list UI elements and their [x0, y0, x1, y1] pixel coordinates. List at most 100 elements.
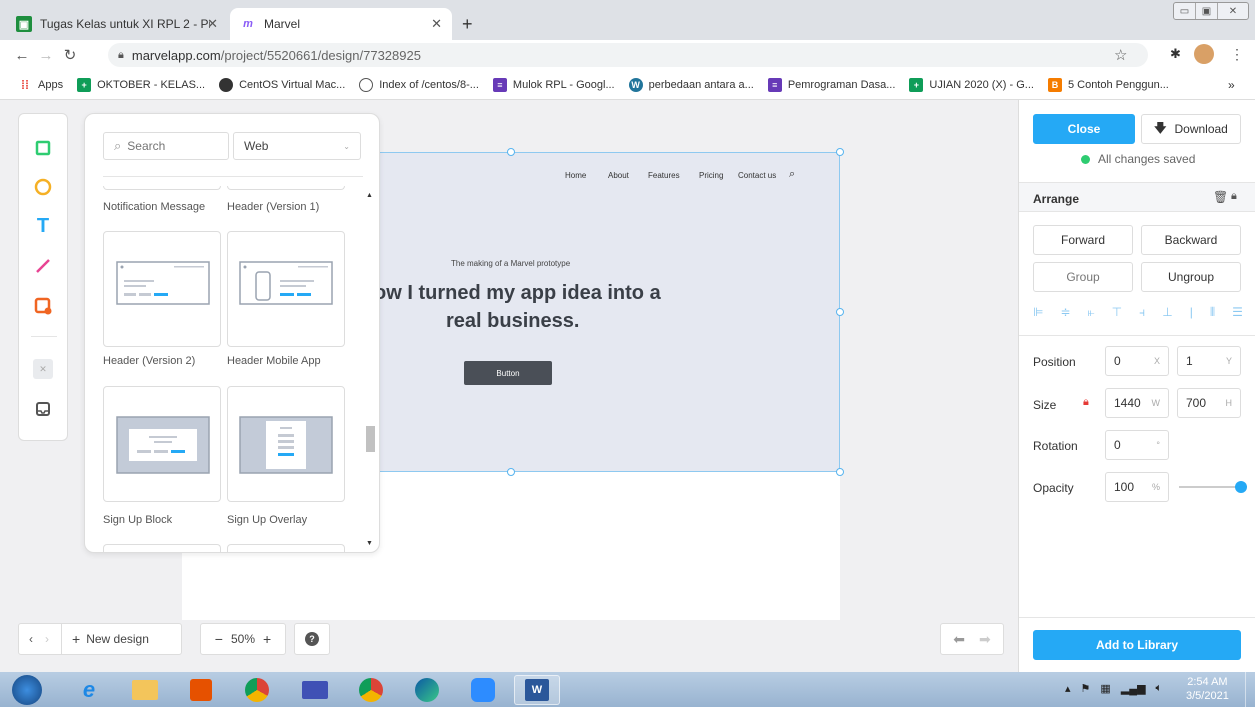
- align-middle-icon[interactable]: ⫞: [1139, 305, 1145, 320]
- close-components-icon[interactable]: ✕: [33, 359, 53, 379]
- resize-handle[interactable]: [507, 148, 515, 156]
- search-icon[interactable]: ⌕: [789, 168, 795, 181]
- taskbar-zoom[interactable]: [460, 675, 506, 705]
- tray-network-icon[interactable]: ▦: [1100, 682, 1110, 695]
- component-thumb-partial[interactable]: [103, 186, 221, 190]
- maximize-icon[interactable]: ▣: [1196, 3, 1218, 19]
- position-x-field[interactable]: 0X: [1105, 346, 1169, 376]
- distribute-horizontal-icon[interactable]: ⫴: [1210, 305, 1215, 320]
- text-tool-icon[interactable]: T: [33, 215, 53, 237]
- close-button[interactable]: Close: [1033, 114, 1135, 144]
- align-left-icon[interactable]: ⊫: [1033, 305, 1043, 320]
- extensions-icon[interactable]: ✱: [1170, 46, 1181, 62]
- aspect-lock-icon[interactable]: 🔒︎: [1083, 396, 1089, 409]
- bookmark-item[interactable]: B 5 Contoh Penggun...: [1047, 77, 1169, 92]
- bookmark-item[interactable]: Wperbedaan antara a...: [628, 77, 754, 92]
- component-thumb-partial[interactable]: [103, 544, 221, 552]
- taskbar-keyboard[interactable]: [292, 675, 338, 705]
- component-thumb-header-v2[interactable]: [103, 231, 221, 347]
- tray-flag-icon[interactable]: ⚑: [1081, 682, 1091, 695]
- bookmark-item[interactable]: ≡ Mulok RPL - Googl...: [492, 77, 615, 92]
- start-button[interactable]: [4, 675, 50, 705]
- component-thumb-header-mobile[interactable]: [227, 231, 345, 347]
- position-y-field[interactable]: 1Y: [1177, 346, 1241, 376]
- tab-classroom[interactable]: ▣ Tugas Kelas untuk XI RPL 2 - Proc ✕: [6, 8, 228, 40]
- zoom-in-icon[interactable]: +: [263, 631, 271, 647]
- new-tab-icon[interactable]: +: [462, 14, 473, 35]
- backward-button[interactable]: Backward: [1141, 225, 1241, 255]
- taskbar-explorer[interactable]: [122, 675, 168, 705]
- bookmark-item[interactable]: + UJIAN 2020 (X) - G...: [909, 77, 1034, 92]
- component-search-field[interactable]: ⌕: [103, 132, 229, 160]
- scroll-up-icon[interactable]: ▲: [366, 192, 373, 199]
- tray-signal-icon[interactable]: ▂▄▆: [1121, 682, 1146, 695]
- reload-icon[interactable]: ↻: [58, 46, 82, 64]
- tray-volume-icon[interactable]: 🔈︎: [1156, 682, 1163, 695]
- rotation-field[interactable]: 0 °: [1105, 430, 1169, 460]
- taskbar-edge[interactable]: [404, 675, 450, 705]
- scroll-down-icon[interactable]: ▼: [366, 540, 373, 547]
- oval-tool-icon[interactable]: [33, 177, 53, 197]
- panel-scrollbar[interactable]: ▲ ▼: [365, 189, 375, 551]
- download-button[interactable]: 🡇 Download: [1141, 114, 1241, 144]
- taskbar-ie[interactable]: e: [66, 675, 112, 705]
- component-thumb-signup-overlay[interactable]: [227, 386, 345, 502]
- help-button[interactable]: ?: [294, 623, 330, 655]
- forward-button[interactable]: Forward: [1033, 225, 1133, 255]
- forward-icon[interactable]: →: [34, 47, 58, 64]
- bookmark-item[interactable]: + OKTOBER - KELAS...: [77, 77, 205, 92]
- more-bookmarks[interactable]: »: [1228, 78, 1235, 92]
- undo-icon[interactable]: ⬅: [953, 631, 965, 648]
- new-design-button[interactable]: New design: [86, 632, 149, 646]
- platform-select[interactable]: Web ⌄: [233, 132, 361, 160]
- minimize-icon[interactable]: ▭: [1174, 3, 1196, 19]
- component-thumb-signup-block[interactable]: [103, 386, 221, 502]
- menu-kebab-icon[interactable]: ⋮: [1230, 46, 1244, 63]
- height-field[interactable]: 700 H: [1177, 388, 1241, 418]
- close-window-icon[interactable]: ✕: [1218, 3, 1248, 19]
- inbox-icon[interactable]: [33, 399, 53, 419]
- ungroup-button[interactable]: Ungroup: [1141, 262, 1241, 292]
- align-bottom-icon[interactable]: ⊥: [1162, 305, 1172, 320]
- bookmark-apps[interactable]: ⁞⁞ Apps: [18, 78, 63, 92]
- align-top-icon[interactable]: ⊤: [1112, 305, 1122, 320]
- zoom-out-icon[interactable]: −: [215, 631, 223, 647]
- scrollbar-thumb[interactable]: [366, 426, 375, 452]
- taskbar-word[interactable]: W: [514, 675, 560, 705]
- bookmark-item[interactable]: CentOS Virtual Mac...: [219, 77, 345, 92]
- url-field[interactable]: 🔒︎ marvelapp.com/project/5520661/design/…: [108, 43, 1148, 67]
- component-search-input[interactable]: [127, 139, 218, 153]
- bookmark-star-icon[interactable]: ☆: [1114, 46, 1127, 64]
- distribute-vertical-icon[interactable]: ☰: [1232, 305, 1243, 320]
- rectangle-tool-icon[interactable]: [33, 138, 53, 158]
- redo-icon[interactable]: ➡: [979, 631, 991, 648]
- opacity-field[interactable]: 100%: [1105, 472, 1169, 502]
- nav-about[interactable]: About: [608, 171, 629, 180]
- resize-handle[interactable]: [836, 148, 844, 156]
- hero-button[interactable]: Button: [464, 361, 552, 385]
- bookmark-item[interactable]: Index of /centos/8-...: [359, 77, 479, 92]
- width-field[interactable]: 1440 W: [1105, 388, 1169, 418]
- nav-contact[interactable]: Contact us: [738, 171, 776, 180]
- profile-avatar[interactable]: [1194, 44, 1214, 64]
- resize-handle[interactable]: [836, 468, 844, 476]
- nav-features[interactable]: Features: [648, 171, 680, 180]
- prev-design-icon[interactable]: ‹: [29, 632, 33, 646]
- taskbar-media[interactable]: [178, 675, 224, 705]
- close-tab-icon[interactable]: ✕: [431, 16, 442, 32]
- clock[interactable]: 2:54 AM 3/5/2021: [1186, 675, 1229, 703]
- taskbar-chrome-2[interactable]: [348, 675, 394, 705]
- tab-marvel[interactable]: m Marvel ✕: [230, 8, 452, 40]
- bookmark-item[interactable]: ≡ Pemrograman Dasa...: [767, 77, 895, 92]
- component-thumb-partial[interactable]: [227, 544, 345, 552]
- taskbar-chrome[interactable]: [234, 675, 280, 705]
- align-center-icon[interactable]: ≑: [1061, 305, 1071, 320]
- close-tab-icon[interactable]: ✕: [207, 16, 218, 32]
- show-desktop-button[interactable]: [1245, 672, 1255, 707]
- opacity-slider-thumb[interactable]: [1235, 481, 1247, 493]
- align-right-icon[interactable]: ⫦: [1088, 305, 1095, 320]
- add-to-library-button[interactable]: Add to Library: [1033, 630, 1241, 660]
- image-tool-icon[interactable]: [33, 296, 53, 316]
- lock-icon[interactable]: 🔒︎: [1231, 190, 1237, 203]
- next-design-icon[interactable]: ›: [45, 632, 49, 646]
